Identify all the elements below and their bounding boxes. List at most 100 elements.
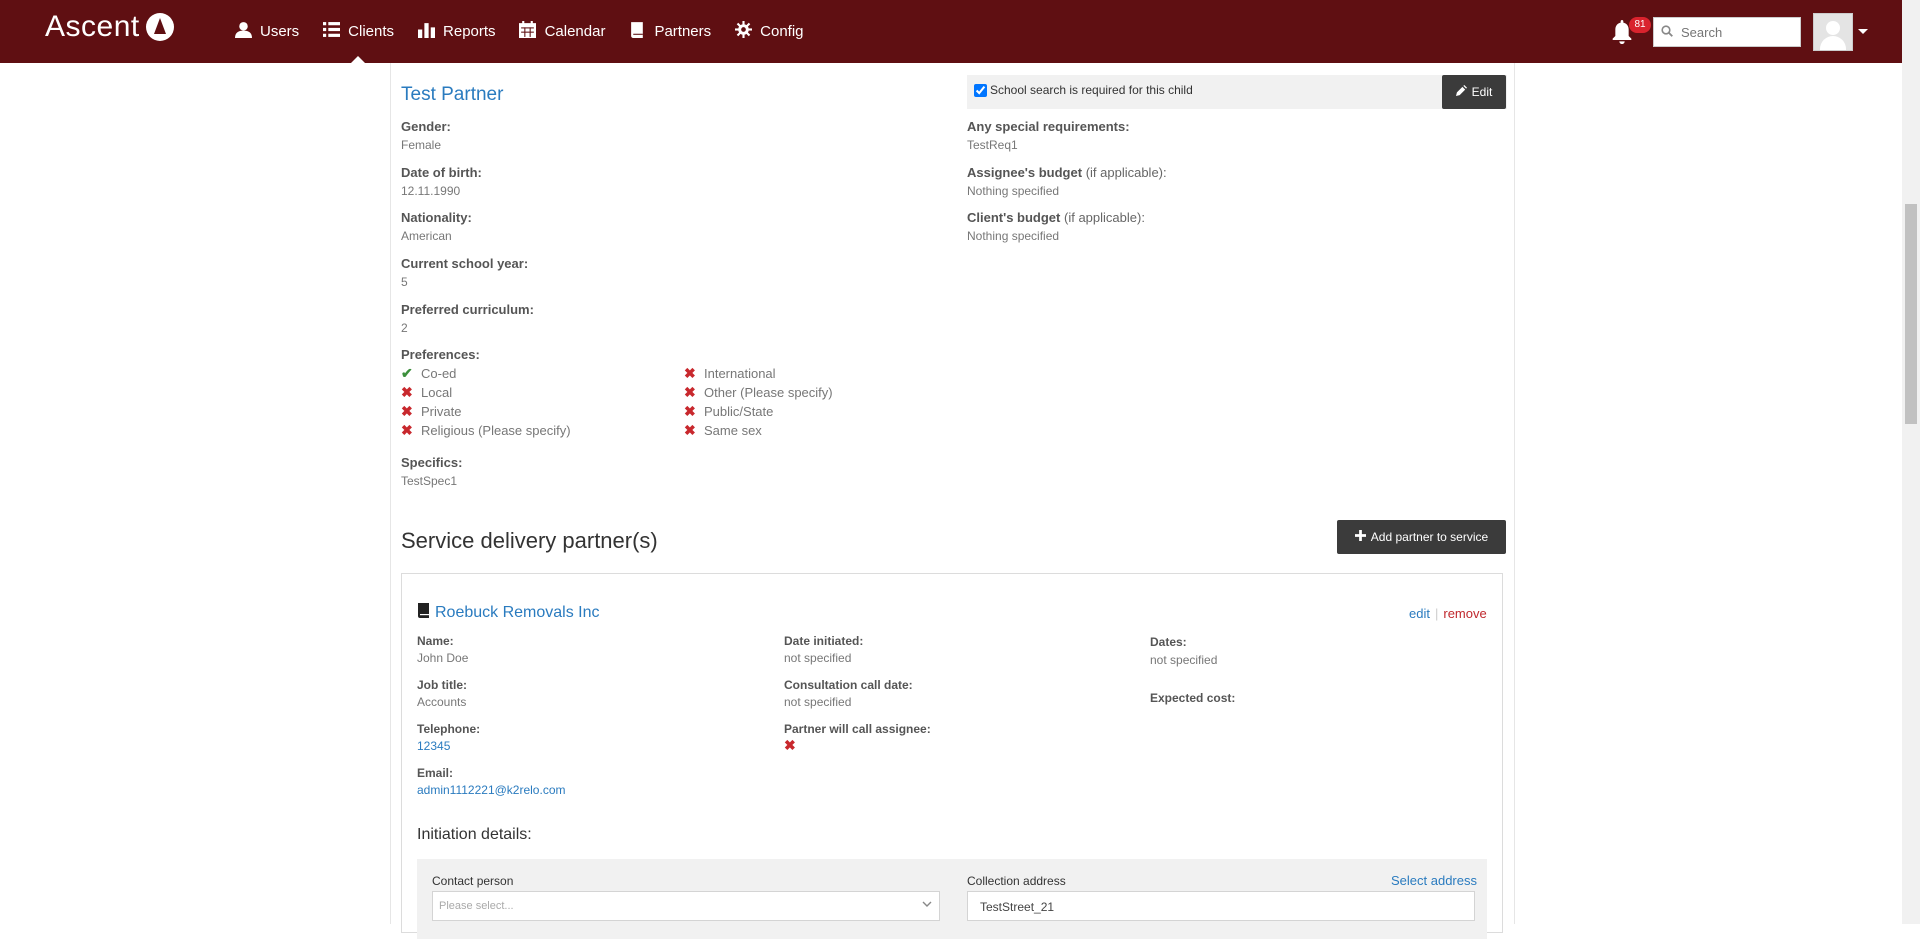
- telephone-label: Telephone:: [417, 722, 481, 736]
- date-initiated-label: Date initiated:: [784, 634, 864, 648]
- list-icon: [321, 21, 341, 43]
- notification-count-badge[interactable]: 81: [1629, 17, 1651, 33]
- requirements-value: TestReq1: [967, 138, 1018, 152]
- preference-label: International: [704, 366, 776, 381]
- email-label: Email:: [417, 766, 454, 780]
- preference-item: ✖ Same sex: [684, 421, 833, 440]
- top-navbar: Ascent Users Clients Reports Calendar Pa…: [0, 0, 1902, 63]
- nav-label-config: Config: [760, 23, 804, 40]
- preferences-label: Preferences:: [401, 347, 480, 362]
- chevron-down-icon: [922, 899, 932, 911]
- main-nav: Users Clients Reports Calendar Partners: [222, 0, 815, 63]
- add-partner-label: Add partner to service: [1370, 530, 1489, 544]
- preference-item: ✖ Private: [401, 402, 571, 421]
- preference-label: Same sex: [704, 423, 762, 438]
- school-search-checkbox-label[interactable]: School search is required for this child: [974, 83, 1193, 97]
- preference-label: Local: [421, 385, 453, 400]
- curriculum-label: Preferred curriculum:: [401, 302, 534, 317]
- consultation-date-value: not specified: [784, 695, 852, 709]
- cross-icon: ✖: [684, 384, 696, 400]
- add-partner-button[interactable]: Add partner to service: [1337, 520, 1506, 554]
- nav-label-clients: Clients: [348, 23, 395, 40]
- avatar-head-shape: [1826, 21, 1840, 35]
- edit-child-button[interactable]: Edit: [1442, 75, 1506, 109]
- page-scrollbar[interactable]: [1902, 0, 1920, 924]
- plus-icon: [1354, 530, 1366, 544]
- school-search-checkbox[interactable]: [974, 83, 987, 97]
- nationality-label: Nationality:: [401, 210, 472, 225]
- preferences-column-1: ✔ Co-ed ✖ Local ✖ Private ✖ Religious (P…: [401, 364, 571, 440]
- contact-name-value: John Doe: [417, 651, 469, 665]
- dob-label: Date of birth:: [401, 165, 482, 180]
- curriculum-value: 2: [401, 321, 408, 335]
- contact-person-select[interactable]: Please select...: [432, 891, 940, 921]
- initiation-details-heading: Initiation details:: [417, 826, 532, 843]
- nav-item-clients[interactable]: Clients: [310, 0, 405, 63]
- child-name-link[interactable]: Test Partner: [401, 84, 503, 106]
- gender-value: Female: [401, 138, 442, 152]
- preference-label: Private: [421, 404, 462, 419]
- search-input[interactable]: [1679, 23, 1793, 41]
- user-menu-caret-icon[interactable]: [1858, 29, 1868, 34]
- partner-name-link[interactable]: Roebuck Removals Inc: [435, 604, 600, 622]
- nav-label-users: Users: [260, 23, 300, 40]
- preference-label: Co-ed: [421, 366, 457, 381]
- remove-partner-link[interactable]: remove: [1443, 606, 1486, 621]
- school-search-bar: School search is required for this child: [967, 75, 1507, 109]
- specifics-label: Specifics:: [401, 455, 463, 470]
- collection-address-label: Collection address: [967, 874, 1066, 888]
- search-box: [1653, 17, 1801, 47]
- avatar-body-shape: [1820, 36, 1846, 50]
- preference-label: Other (Please specify): [704, 385, 833, 400]
- nationality-value: American: [401, 229, 452, 243]
- scrollbar-thumb[interactable]: [1905, 204, 1917, 424]
- edit-child-label: Edit: [1471, 85, 1493, 99]
- specifics-value: TestSpec1: [401, 474, 458, 488]
- email-link[interactable]: admin1112221@k2relo.com: [417, 783, 566, 797]
- service-partners-heading: Service delivery partner(s): [401, 528, 658, 553]
- requirements-label: Any special requirements:: [967, 119, 1130, 134]
- nav-item-reports[interactable]: Reports: [405, 0, 507, 63]
- job-title-value: Accounts: [417, 695, 467, 709]
- partner-will-call-cross-icon: ✖: [784, 737, 796, 753]
- client-budget-label-text: Client's budget: [967, 210, 1061, 225]
- expected-cost-label: Expected cost:: [1150, 691, 1236, 705]
- cross-icon: ✖: [684, 403, 696, 419]
- school-year-value: 5: [401, 275, 408, 289]
- nav-item-partners[interactable]: Partners: [616, 0, 722, 63]
- cross-icon: ✖: [684, 365, 696, 381]
- dob-value: 12.11.1990: [401, 184, 461, 198]
- cross-icon: ✖: [401, 403, 413, 419]
- gear-icon: [733, 20, 753, 43]
- partner-book-icon: [417, 602, 431, 623]
- partner-will-call-label: Partner will call assignee:: [784, 722, 931, 736]
- user-avatar[interactable]: [1813, 13, 1853, 51]
- consultation-date-label: Consultation call date:: [784, 678, 913, 692]
- preferences-column-2: ✖ International ✖ Other (Please specify)…: [684, 364, 833, 440]
- date-initiated-value: not specified: [784, 651, 852, 665]
- nav-item-calendar[interactable]: Calendar: [507, 0, 617, 63]
- nav-item-users[interactable]: Users: [222, 0, 310, 63]
- school-search-text: School search is required for this child: [990, 83, 1193, 97]
- edit-partner-link[interactable]: edit: [1409, 606, 1430, 621]
- preference-label: Public/State: [704, 404, 774, 419]
- brand-logo[interactable]: Ascent: [45, 10, 174, 44]
- assignee-budget-label-text: Assignee's budget: [967, 165, 1083, 180]
- cross-icon: ✖: [401, 422, 413, 438]
- search-icon: [1661, 24, 1673, 40]
- select-address-link[interactable]: Select address: [1391, 873, 1477, 888]
- collection-address-value: TestStreet_21: [980, 900, 1055, 914]
- brand-mark-icon: [145, 13, 174, 41]
- collection-address-input[interactable]: TestStreet_21: [967, 891, 1475, 921]
- contact-person-placeholder: Please select...: [439, 900, 514, 912]
- job-title-label: Job title:: [417, 678, 467, 692]
- user-icon: [233, 21, 253, 43]
- nav-label-reports: Reports: [443, 23, 496, 40]
- telephone-link[interactable]: 12345: [417, 739, 450, 753]
- cross-icon: ✖: [684, 422, 696, 438]
- nav-item-config[interactable]: Config: [722, 0, 814, 63]
- partner-title: Roebuck Removals Inc: [417, 602, 600, 623]
- dates-label: Dates:: [1150, 635, 1187, 649]
- partner-card: Roebuck Removals Inc edit | remove Name:…: [401, 573, 1503, 939]
- client-budget-label: Client's budget (if applicable):: [967, 210, 1145, 225]
